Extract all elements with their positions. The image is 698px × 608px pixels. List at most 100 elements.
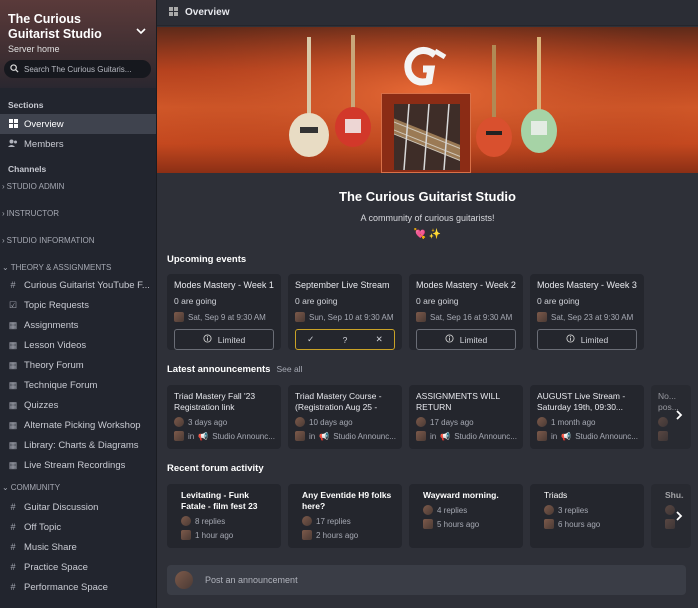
category-community[interactable]: ⌄ COMMUNITY — [0, 479, 156, 495]
chevron-right-icon: › — [2, 181, 5, 191]
event-going: 0 are going — [295, 296, 338, 306]
forum-age-text: 1 hour ago — [195, 530, 234, 540]
chevron-right-icon: › — [2, 208, 5, 218]
announcement-age: 17 days ago — [416, 417, 516, 427]
channel-label: Off Topic — [24, 521, 62, 533]
announcement-card[interactable]: Triad Mastery Fall '23 Registration link… — [167, 385, 281, 449]
forum-card[interactable]: Triads 3 replies 6 hours ago — [530, 484, 644, 548]
channel-practice-space[interactable]: # Practice Space — [0, 557, 156, 577]
forum-card[interactable]: Levitating - Funk Fatale - film fest 23 … — [167, 484, 281, 548]
channel-technique-forum[interactable]: ▦ Technique Forum — [0, 375, 156, 395]
event-title: September Live Stream — [295, 280, 390, 290]
forum-header-label: Recent forum activity — [167, 463, 264, 474]
event-date-text: Sat, Sep 9 at 9:30 AM — [188, 312, 266, 322]
channel-live-stream-recordings[interactable]: ▦ Live Stream Recordings — [0, 455, 156, 475]
forum-card[interactable]: Shu... — [651, 484, 691, 548]
announcement-channel-text: Studio Announc... — [454, 431, 517, 441]
event-title: Modes Mastery - Week 1 — [174, 280, 274, 290]
announcement-age-text: 1 month ago — [551, 417, 596, 427]
chevron-down-icon[interactable] — [136, 24, 146, 38]
forum-card[interactable]: Any Eventide H9 folks here? 17 replies 2… — [288, 484, 402, 548]
see-all-link[interactable]: See all — [276, 364, 302, 374]
announcement-card[interactable]: Triad Mastery Course - (Registration Aug… — [288, 385, 402, 449]
channel-topic-requests[interactable]: ☑ Topic Requests — [0, 295, 156, 315]
server-search-input[interactable]: Search The Curious Guitaris... — [4, 60, 151, 78]
server-header[interactable]: The Curious Guitarist Studio Server home… — [0, 0, 156, 88]
megaphone-icon: 📢 — [319, 431, 330, 441]
rsvp-yes-button[interactable]: ✓ — [307, 334, 314, 345]
announcement-card[interactable]: No... pos... — [651, 385, 691, 449]
forum-card[interactable]: Wayward morning. 4 replies 5 hours ago — [409, 484, 523, 548]
announcement-title: AUGUST Live Stream - Saturday 19th, 09:3… — [537, 391, 626, 412]
forum-title: Levitating - Funk Fatale - film fest 23 — [181, 490, 258, 511]
announcement-card[interactable]: ASSIGNMENTS WILL RETURN 17 days ago in 📢 S… — [409, 385, 523, 449]
channel-label: Curious Guitarist YouTube F... — [24, 279, 150, 291]
category-studio-information[interactable]: › STUDIO INFORMATION — [0, 232, 156, 248]
rsvp-no-button[interactable]: ✕ — [376, 334, 383, 345]
category-instructor[interactable]: › INSTRUCTOR — [0, 205, 156, 221]
event-card[interactable]: Modes Mastery - Week 1 0 are going Sat, … — [167, 274, 281, 350]
channel-lesson-videos[interactable]: ▦ Lesson Videos — [0, 335, 156, 355]
forum-replies: 8 replies — [181, 516, 274, 526]
event-card[interactable]: Modes Mastery - Week 3 0 are going Sat, … — [530, 274, 644, 350]
forum-replies-text: 17 replies — [316, 516, 351, 526]
forum-replies-text: 3 replies — [558, 505, 589, 515]
category-theory[interactable]: ⌄ THEORY & ASSIGNMENTS — [0, 259, 156, 275]
in-label: in — [188, 431, 195, 441]
channel-quizzes[interactable]: ▦ Quizzes — [0, 395, 156, 415]
channel-assignments[interactable]: ▦ Assignments — [0, 315, 156, 335]
category-label: STUDIO INFORMATION — [6, 235, 95, 245]
event-going: 0 are going — [174, 296, 217, 306]
forum-next-icon[interactable] — [675, 510, 683, 524]
channel-youtube[interactable]: # Curious Guitarist YouTube F... — [0, 275, 156, 295]
channel-theory-forum[interactable]: ▦ Theory Forum — [0, 355, 156, 375]
announcement-channel: in 📢 Studio Announc... — [295, 431, 396, 441]
limited-label: Limited — [580, 334, 609, 345]
section-overview[interactable]: Overview — [0, 114, 156, 134]
section-overview-label: Overview — [24, 118, 64, 130]
announcement-age: 3 days ago — [174, 417, 274, 427]
category-studio-admin[interactable]: › STUDIO ADMIN — [0, 178, 156, 194]
forum-icon: ▦ — [8, 459, 18, 470]
channel-library[interactable]: ▦ Library: Charts & Diagrams — [0, 435, 156, 455]
limited-label: Limited — [217, 334, 246, 345]
announcements-next-icon[interactable] — [675, 409, 683, 423]
avatar — [295, 312, 305, 322]
post-announcement-input[interactable]: Post an announcement — [167, 565, 686, 595]
announcement-title: Triad Mastery Course - (Registration Aug… — [295, 391, 382, 412]
channel-off-topic[interactable]: # Off Topic — [0, 517, 156, 537]
event-date: Sat, Sep 9 at 9:30 AM — [174, 312, 274, 322]
forum-icon: ▦ — [8, 319, 18, 330]
channel-guitar-discussion[interactable]: # Guitar Discussion — [0, 497, 156, 517]
announcement-card[interactable]: AUGUST Live Stream - Saturday 19th, 09:3… — [530, 385, 644, 449]
sections-header: Sections — [8, 100, 44, 110]
channel-music-share[interactable]: # Music Share — [0, 537, 156, 557]
section-members[interactable]: Members — [0, 134, 156, 154]
event-going: 0 are going — [416, 296, 459, 306]
limited-button[interactable]: Limited — [174, 329, 274, 350]
limited-button[interactable]: Limited — [416, 329, 516, 350]
avatar — [295, 431, 305, 441]
limited-button[interactable]: Limited — [537, 329, 637, 350]
channel-performance-space[interactable]: # Performance Space — [0, 577, 156, 597]
event-card[interactable]: Modes Mastery - Week 2 0 are going Sat, … — [409, 274, 523, 350]
event-card[interactable]: September Live Stream 0 are going Sun, S… — [288, 274, 402, 350]
members-icon — [8, 139, 18, 150]
forum-age: 5 hours ago — [423, 519, 516, 529]
rsvp-maybe-button[interactable]: ? — [343, 335, 348, 345]
announcement-channel-text: Studio Announc... — [333, 431, 396, 441]
community-tagline: A community of curious guitarists! — [360, 213, 495, 223]
megaphone-icon: 📢 — [440, 431, 451, 441]
server-title[interactable]: The Curious Guitarist Studio — [8, 12, 133, 42]
forum-icon: ▦ — [8, 399, 18, 410]
event-date-text: Sat, Sep 23 at 9:30 AM — [551, 312, 634, 322]
server-avatar-frame — [381, 93, 471, 173]
announcement-age: 1 month ago — [537, 417, 637, 427]
avatar — [537, 312, 547, 322]
avatar — [174, 431, 184, 441]
avatar — [302, 516, 312, 526]
forum-replies-text: 8 replies — [195, 516, 226, 526]
avatar — [665, 519, 675, 529]
announcement-channel: in 📢 Studio Announc... — [174, 431, 275, 441]
channel-alternate-picking[interactable]: ▦ Alternate Picking Workshop — [0, 415, 156, 435]
